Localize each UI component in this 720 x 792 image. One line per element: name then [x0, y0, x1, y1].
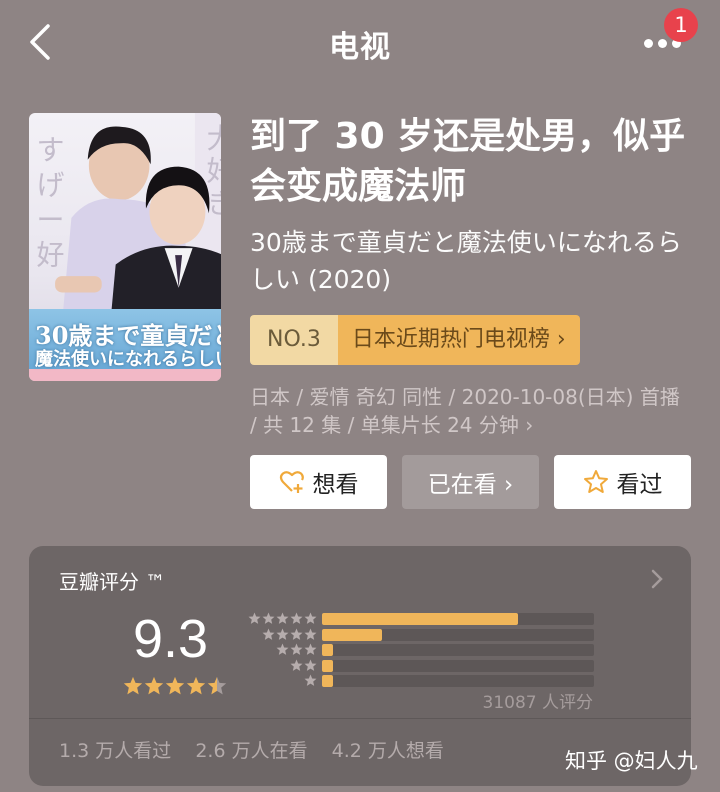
- distribution-stars: [239, 643, 317, 656]
- rating-stars: [123, 676, 228, 696]
- notification-badge: 1: [664, 8, 698, 42]
- distribution-row: [239, 659, 599, 673]
- svg-text:好: 好: [36, 238, 64, 271]
- stat-watching: 2.6 万人在看: [195, 740, 308, 762]
- watermark: 知乎 @妇人九: [565, 749, 698, 773]
- poster-caption-sub: 魔法使いになれるらしい: [35, 349, 221, 370]
- distribution-bar-track: [322, 628, 594, 641]
- distribution-star-icon: [276, 643, 289, 655]
- score-star-icon: [186, 676, 206, 695]
- rating-count: 31087 人评分: [482, 693, 593, 713]
- distribution-row: [239, 674, 599, 688]
- chevron-right-icon[interactable]: [649, 568, 665, 590]
- svg-text:好: 好: [207, 155, 221, 188]
- show-title: 到了 30 岁还是处男，似乎会变成魔法师: [250, 116, 686, 207]
- distribution-row: [239, 612, 599, 626]
- distribution-row: [239, 628, 599, 642]
- score-star-icon: [144, 676, 164, 695]
- distribution-star-icon: [304, 674, 317, 686]
- show-original-title: 30歳まで童貞だと魔法使いになれるらしい (2020): [250, 228, 682, 294]
- poster-image[interactable]: 大 好 き す げ ー 好 30歳まで童貞だと 魔法使いになれるらしい: [29, 113, 221, 381]
- watching-button[interactable]: 已在看 ›: [402, 455, 539, 509]
- distribution-bar-track: [322, 675, 594, 687]
- distribution-stars: [239, 659, 317, 672]
- watching-label: 已在看 ›: [427, 472, 514, 498]
- distribution-star-icon: [248, 612, 261, 624]
- score-star-icon: [123, 676, 143, 695]
- score-star-icon: [165, 676, 185, 695]
- star-outline-icon: [583, 470, 608, 493]
- distribution-star-icon: [276, 612, 289, 624]
- watched-button[interactable]: 看过: [554, 455, 691, 509]
- distribution-bar-fill: [322, 675, 333, 687]
- distribution-stars: [239, 612, 317, 625]
- watch-stats: 1.3 万人看过 2.6 万人在看 4.2 万人想看: [59, 736, 462, 763]
- distribution-bar-fill: [322, 628, 382, 641]
- stat-want: 4.2 万人想看: [331, 740, 444, 762]
- distribution-star-icon: [262, 612, 275, 624]
- distribution-bar-track: [322, 613, 594, 625]
- distribution-star-icon: [290, 659, 303, 671]
- distribution-stars: [239, 628, 317, 641]
- distribution-bar-fill: [322, 659, 333, 672]
- show-meta-info[interactable]: 日本 / 爱情 奇幻 同性 / 2020-10-08(日本) 首播 / 共 12…: [250, 383, 690, 439]
- distribution-bar-track: [322, 644, 594, 656]
- distribution-bar-fill: [322, 613, 518, 625]
- distribution-bar-fill: [322, 644, 333, 656]
- svg-text:ー: ー: [36, 204, 64, 237]
- want-to-watch-button[interactable]: 想看: [250, 455, 387, 509]
- rank-number: NO.3: [250, 315, 338, 365]
- distribution-star-icon: [304, 612, 317, 624]
- rank-list-name: 日本近期热门电视榜 ›: [337, 315, 580, 365]
- svg-text:大: 大: [207, 122, 221, 155]
- distribution-star-icon: [304, 628, 317, 640]
- watched-label: 看过: [616, 472, 663, 498]
- distribution-star-icon: [304, 659, 317, 671]
- rating-score: 9.3: [133, 609, 209, 669]
- page-title: 电视: [329, 30, 391, 65]
- distribution-star-icon: [290, 612, 303, 624]
- stat-watched: 1.3 万人看过: [59, 740, 172, 762]
- score-star-icon: [207, 676, 227, 695]
- rating-label: 豆瓣评分 ™: [59, 570, 166, 594]
- distribution-stars: [239, 674, 317, 687]
- distribution-star-icon: [304, 643, 317, 655]
- svg-text:げ: げ: [36, 169, 64, 202]
- distribution-star-icon: [276, 628, 289, 640]
- distribution-star-icon: [290, 628, 303, 640]
- navbar: 电视 1: [0, 0, 720, 88]
- heart-plus-icon: [279, 471, 304, 493]
- distribution-row: [239, 643, 599, 657]
- svg-text:す: す: [36, 134, 64, 167]
- distribution-star-icon: [290, 643, 303, 655]
- distribution-bar-track: [322, 659, 594, 672]
- distribution-star-icon: [262, 628, 275, 640]
- want-to-watch-label: 想看: [312, 472, 359, 498]
- ranking-badge[interactable]: NO.3 日本近期热门电视榜 ›: [250, 315, 580, 365]
- divider: [29, 718, 691, 719]
